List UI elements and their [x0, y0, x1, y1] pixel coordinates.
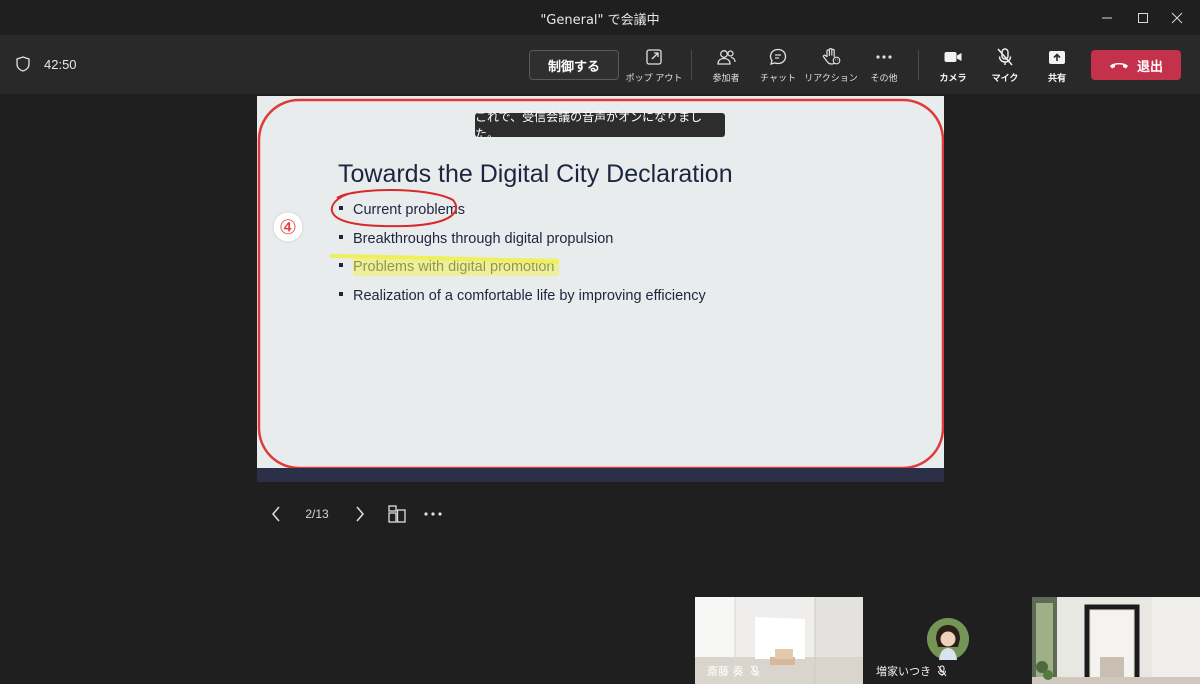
slide-bullet-list: Current problems Breakthroughs through d… [339, 202, 706, 316]
people-icon [717, 50, 736, 65]
window-title-bar: "General" で会議中 [0, 0, 1200, 36]
participant-avatar-tile[interactable]: 増家いつき [864, 597, 1031, 684]
participant-video-tile[interactable]: 斎藤 奏 [695, 597, 863, 684]
participant-video-tile[interactable] [1032, 597, 1200, 684]
toolbar-divider [918, 50, 919, 80]
slide-counter: 2/13 [305, 507, 329, 521]
window-title: "General" で会議中 [540, 13, 660, 28]
meeting-toolbar: 42:50 制御する ポップ アウト 参加者 チャット リアクション その他 カ… [0, 36, 1200, 94]
bullet-marker [339, 234, 343, 239]
share-button[interactable]: 共有 [1029, 46, 1085, 86]
reaction-label: リアクション [804, 74, 858, 84]
participants-label: 参加者 [712, 74, 740, 84]
bullet-marker [339, 206, 343, 211]
slide-footer-bar [257, 468, 944, 482]
video-feed-image [1032, 597, 1200, 684]
close-window-button[interactable] [1154, 0, 1200, 36]
next-slide-button[interactable] [350, 500, 370, 528]
avatar [927, 618, 969, 660]
more-icon [424, 512, 442, 516]
raise-hand-icon [822, 48, 841, 65]
take-control-button[interactable]: 制御する [529, 50, 619, 80]
bullet-marker [339, 263, 343, 268]
annotation-number: ④ [279, 215, 297, 239]
bullet-text: Problems with digital promotion [353, 259, 555, 275]
bullet-marker [339, 291, 343, 296]
mic-muted-icon [937, 665, 947, 677]
popout-button[interactable]: ポップ アウト [626, 46, 682, 86]
participant-name: 斎藤 奏 [707, 665, 744, 678]
participants-button[interactable]: 参加者 [698, 46, 754, 86]
maximize-icon [1138, 13, 1148, 23]
slide-grid-button[interactable] [387, 500, 407, 528]
slide-grid-icon [388, 505, 406, 523]
share-tray-icon [1049, 51, 1065, 64]
reaction-button[interactable]: リアクション [803, 46, 859, 86]
camera-icon [944, 52, 962, 62]
shield-icon [16, 56, 30, 72]
camera-button[interactable]: カメラ [925, 46, 981, 86]
participant-name: 増家いつき [876, 665, 931, 678]
slide-bullet: Problems with digital promotion [339, 259, 706, 288]
shared-slide: Towards the Digital City Declaration Cur… [257, 96, 944, 482]
chat-icon [769, 48, 787, 65]
share-label: 共有 [1047, 74, 1066, 84]
minimize-icon [1102, 17, 1112, 19]
chevron-right-icon [356, 506, 364, 522]
mic-button[interactable]: マイク [977, 46, 1033, 86]
more-options-button[interactable]: その他 [856, 46, 912, 86]
more-icon [876, 55, 892, 59]
meeting-timer: 42:50 [44, 57, 77, 72]
more-label: その他 [870, 74, 898, 84]
annotation-number-badge [272, 211, 304, 243]
participant-name-row: 増家いつき [876, 663, 947, 679]
previous-slide-button[interactable] [266, 500, 286, 528]
popout-label: ポップ アウト [625, 74, 683, 84]
close-icon [1171, 12, 1183, 24]
bullet-text: Realization of a comfortable life by imp… [353, 287, 706, 304]
caption-toast: これで、受信会議の音声がオンになりました。 [475, 110, 725, 141]
bullet-text: Current problems [353, 202, 466, 218]
mic-muted-icon [750, 665, 759, 677]
toolbar-divider [691, 50, 692, 80]
leave-label: 退出 [1136, 59, 1163, 75]
slide-bullet: Breakthroughs through digital propulsion [339, 231, 706, 260]
mic-muted-icon [997, 48, 1013, 66]
leave-button[interactable]: 退出 [1091, 50, 1181, 80]
popout-icon [646, 49, 662, 65]
participant-name-row: 斎藤 奏 [707, 663, 760, 679]
slide-bullet: Realization of a comfortable life by imp… [339, 288, 706, 317]
camera-label: カメラ [939, 74, 967, 84]
chat-button[interactable]: チャット [750, 46, 806, 86]
slide-bullet: Current problems [339, 202, 706, 231]
slide-navigation: 2/13 [260, 500, 460, 528]
mic-label: マイク [991, 74, 1019, 84]
bullet-text: Breakthroughs through digital propulsion [353, 230, 614, 247]
slide-more-button[interactable] [423, 500, 443, 528]
slide-title: Towards the Digital City Declaration [338, 160, 733, 188]
chat-label: チャット [760, 74, 796, 84]
chevron-left-icon [272, 506, 280, 522]
hang-up-icon [1109, 63, 1128, 69]
